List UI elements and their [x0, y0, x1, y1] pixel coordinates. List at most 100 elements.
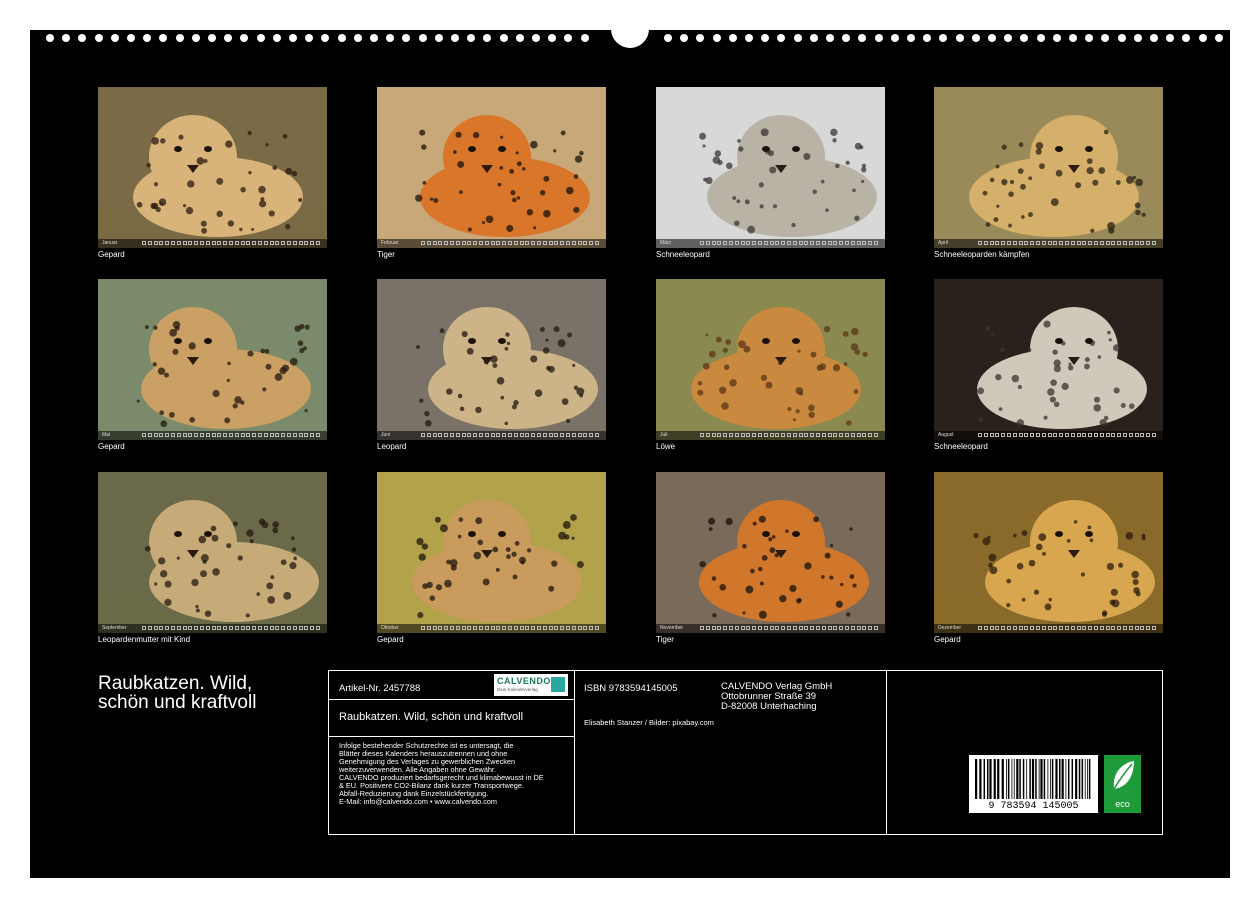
day-box	[171, 433, 175, 437]
day-box	[304, 241, 309, 245]
day-box	[560, 241, 565, 245]
day-box	[700, 241, 704, 245]
day-box	[531, 626, 536, 630]
photo-12: Dezember	[934, 472, 1163, 633]
binding-hole	[712, 34, 721, 42]
binding-hole	[272, 34, 281, 42]
day-box	[508, 626, 512, 630]
day-box	[850, 241, 855, 245]
binding-hole	[907, 34, 915, 42]
day-box	[473, 433, 478, 437]
binding-hole	[664, 34, 672, 42]
binding-hole	[923, 34, 932, 42]
day-box	[1152, 241, 1156, 245]
binding-hole	[874, 34, 883, 42]
day-box	[281, 241, 286, 245]
day-box	[983, 241, 988, 245]
binding-hole	[1036, 34, 1045, 42]
animal-illustration	[656, 472, 885, 633]
binding-hole	[402, 34, 411, 42]
day-box	[519, 626, 524, 630]
day-box	[217, 626, 222, 630]
day-box	[421, 626, 425, 630]
day-box	[1082, 241, 1087, 245]
day-box	[159, 433, 164, 437]
month-strip: Juni	[377, 431, 606, 440]
day-box	[211, 626, 216, 630]
day-box	[537, 241, 541, 245]
day-box	[856, 626, 861, 630]
day-box	[1065, 626, 1069, 630]
day-box	[827, 626, 832, 630]
day-box	[548, 241, 553, 245]
day-box	[304, 626, 309, 630]
day-box	[1111, 626, 1116, 630]
binding-hole	[680, 34, 689, 42]
animal-illustration	[377, 472, 606, 633]
day-box	[1134, 241, 1139, 245]
day-box	[153, 241, 158, 245]
day-box	[1030, 241, 1035, 245]
day-box	[989, 241, 994, 245]
binding-hole	[240, 34, 249, 42]
day-box	[240, 433, 245, 437]
binding-hole	[988, 34, 996, 42]
day-box	[496, 241, 501, 245]
day-box	[1041, 241, 1046, 245]
day-box	[1047, 626, 1052, 630]
photo-caption: Schneeleopard	[934, 442, 988, 451]
day-box	[292, 626, 297, 630]
photo-credits: Elisabeth Stanzer / Bilder: pixabay.com	[584, 718, 714, 727]
day-box	[781, 433, 786, 437]
month-label: Januar	[102, 240, 118, 246]
day-box	[1094, 433, 1098, 437]
day-box	[833, 433, 838, 437]
day-box	[473, 626, 478, 630]
day-box	[1105, 241, 1110, 245]
photo-caption: Leopard	[377, 442, 407, 451]
day-box	[1105, 433, 1110, 437]
day-box	[700, 433, 704, 437]
day-box	[787, 626, 791, 630]
binding-hole	[483, 34, 492, 42]
binding-hole	[191, 34, 200, 42]
day-box	[432, 433, 437, 437]
day-box	[484, 433, 489, 437]
day-box	[542, 433, 547, 437]
day-box	[821, 433, 826, 437]
month-label: Juni	[381, 432, 391, 438]
binding-hole	[842, 34, 851, 42]
day-box	[142, 433, 146, 437]
day-box	[850, 433, 855, 437]
day-box	[804, 626, 809, 630]
day-box	[246, 626, 251, 630]
legal-text: Infolge bestehender Schutzrechte ist es …	[339, 742, 575, 806]
day-box	[711, 433, 716, 437]
day-box	[467, 433, 472, 437]
month-strip: April	[934, 239, 1163, 248]
day-box	[1065, 433, 1069, 437]
binding-hole	[467, 34, 476, 42]
month-label: Mai	[102, 432, 111, 438]
day-box	[752, 241, 757, 245]
day-box	[589, 433, 594, 437]
day-box	[862, 433, 867, 437]
month-label: Juli	[660, 432, 668, 438]
day-box	[571, 241, 576, 245]
day-box	[868, 241, 873, 245]
day-box	[1018, 433, 1023, 437]
day-box	[989, 433, 994, 437]
month-label: März	[660, 240, 672, 246]
eco-label: eco	[1115, 799, 1130, 809]
day-box	[223, 433, 228, 437]
month-strip: November	[656, 624, 885, 633]
day-box	[1117, 626, 1122, 630]
day-box	[723, 433, 728, 437]
day-box	[1053, 626, 1058, 630]
day-box	[508, 241, 512, 245]
animal-illustration	[656, 279, 885, 440]
day-box	[223, 241, 228, 245]
day-box	[467, 626, 472, 630]
day-box	[798, 433, 803, 437]
eco-badge: eco	[1104, 755, 1141, 813]
